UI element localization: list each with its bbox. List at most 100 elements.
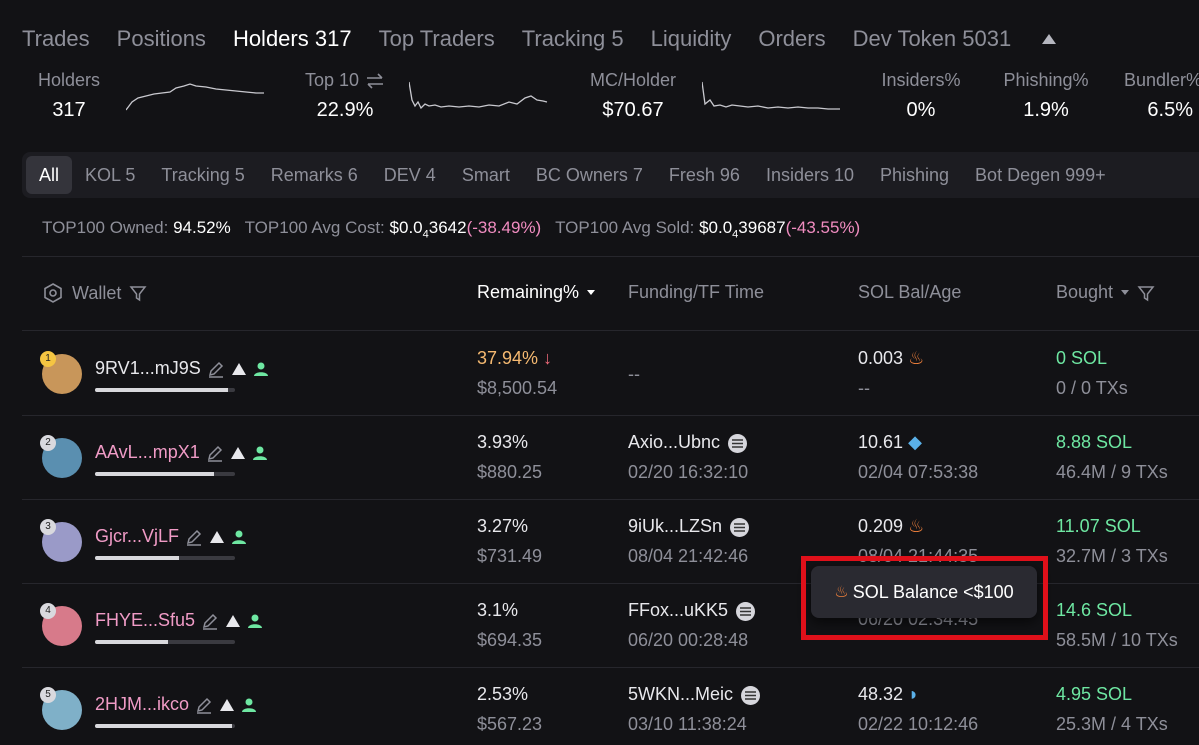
bought-txs: 46.4M / 9 TXs xyxy=(1056,462,1168,482)
sol-bal-cell: 0.003 ♨ -- xyxy=(858,348,924,399)
stat-holders: Holders 317 xyxy=(34,70,104,122)
wallet-cell[interactable]: AAvL...mpX1 xyxy=(95,442,268,463)
remaining-bar-fill xyxy=(95,556,179,560)
sol-bal-cell: 48.32 ◗ 02/22 10:12:46 xyxy=(858,684,978,735)
stat-mc-holder: MC/Holder $70.67 xyxy=(584,70,682,122)
stat-holders-label: Holders xyxy=(37,70,101,90)
edit-remark-icon[interactable] xyxy=(201,612,219,630)
table-row[interactable]: 1 9RV1...mJ9S 37.94% ↓ $8,500.54 -- 0.00… xyxy=(0,332,1199,416)
bought-txs: 25.3M / 4 TXs xyxy=(1056,714,1168,734)
funding-time: 02/20 16:32:10 xyxy=(628,462,749,482)
wallet-filter-icon[interactable] xyxy=(129,284,147,302)
funding-cell[interactable]: FFox...uKK5 06/20 00:28:48 xyxy=(628,600,756,651)
arrow-down-icon: ↓ xyxy=(543,348,553,368)
funding-cell[interactable]: Axio...Ubnc 02/20 16:32:10 xyxy=(628,432,748,483)
divider xyxy=(22,330,1199,331)
table-header: Wallet Remaining% Funding/TF Time SOL Ba… xyxy=(0,282,1199,308)
remaining-cell: 3.93% $880.25 xyxy=(477,432,542,483)
edit-remark-icon[interactable] xyxy=(185,528,203,546)
bought-sol: 8.88 SOL xyxy=(1056,432,1133,452)
tab-tracking[interactable]: Tracking 5 xyxy=(522,26,624,52)
hexagon-settings-icon[interactable] xyxy=(42,282,64,304)
funding-source[interactable]: 9iUk...LZSn xyxy=(628,516,750,537)
table-row[interactable]: 2 AAvL...mpX1 3.93% $880.25 Axio...Ubnc … xyxy=(0,416,1199,500)
exchange-icon xyxy=(741,685,761,705)
funding-cell[interactable]: 5WKN...Meic 03/10 11:38:24 xyxy=(628,684,761,735)
bought-cell: 8.88 SOL 46.4M / 9 TXs xyxy=(1056,432,1168,483)
tab-orders[interactable]: Orders xyxy=(758,26,825,52)
exchange-icon xyxy=(736,601,756,621)
wallet-address[interactable]: 9RV1...mJ9S xyxy=(95,358,201,379)
swap-icon[interactable] xyxy=(365,72,385,89)
filter-bot-degen[interactable]: Bot Degen 999+ xyxy=(962,156,1119,194)
col-sol-bal: SOL Bal/Age xyxy=(858,282,962,302)
filter-all[interactable]: All xyxy=(26,156,73,194)
tag-icon xyxy=(231,362,246,375)
user-icon xyxy=(232,530,247,544)
stat-insiders: Insiders% 0% xyxy=(876,70,966,122)
sol-balance: 10.61 ◆ xyxy=(858,432,922,452)
bought-sol: 4.95 SOL xyxy=(1056,684,1133,704)
filter-kol[interactable]: KOL 5 xyxy=(72,156,148,194)
mc-holder-sparkline-line xyxy=(702,81,840,110)
bought-sol: 14.6 SOL xyxy=(1056,600,1133,620)
filter-phishing[interactable]: Phishing xyxy=(867,156,962,194)
wallet-address[interactable]: 2HJM...ikco xyxy=(95,694,189,715)
funding-source[interactable]: Axio...Ubnc xyxy=(628,432,748,453)
filter-bc-owners[interactable]: BC Owners 7 xyxy=(523,156,656,194)
remaining-bar-fill xyxy=(95,724,233,728)
filter-smart[interactable]: Smart xyxy=(449,156,523,194)
tab-dev-token[interactable]: Dev Token 5031 xyxy=(853,26,1012,52)
stat-top10: Top 10 22.9% xyxy=(300,70,390,122)
tab-positions[interactable]: Positions xyxy=(117,26,206,52)
wallet-cell[interactable]: 9RV1...mJ9S xyxy=(95,358,269,379)
funding-source[interactable]: 5WKN...Meic xyxy=(628,684,761,705)
rank-badge: 3 xyxy=(40,519,56,535)
wallet-address[interactable]: Gjcr...VjLF xyxy=(95,526,179,547)
wallet-cell[interactable]: FHYE...Sfu5 xyxy=(95,610,263,631)
avg-cost-change: (-38.49%) xyxy=(466,218,542,237)
filter-insiders[interactable]: Insiders 10 xyxy=(753,156,867,194)
edit-remark-icon[interactable] xyxy=(207,360,225,378)
funding-cell[interactable]: 9iUk...LZSn 08/04 21:42:46 xyxy=(628,516,750,567)
filter-tracking[interactable]: Tracking 5 xyxy=(148,156,257,194)
funding-source[interactable]: -- xyxy=(628,364,640,385)
remaining-bar xyxy=(95,556,235,560)
fire-icon: ♨ xyxy=(908,348,925,368)
remaining-pct: 3.27% xyxy=(477,516,529,536)
sort-icon xyxy=(1121,290,1130,295)
table-row[interactable]: 5 2HJM...ikco 2.53% $567.23 5WKN...Meic … xyxy=(0,668,1199,745)
stat-bundler-label: Bundler% xyxy=(1124,70,1199,90)
filter-fresh[interactable]: Fresh 96 xyxy=(656,156,753,194)
bought-cell: 11.07 SOL 32.7M / 3 TXs xyxy=(1056,516,1168,567)
remaining-pct: 37.94% ↓ xyxy=(477,348,553,368)
holders-sparkline xyxy=(126,83,264,111)
stat-bundler-value: 6.5% xyxy=(1147,99,1193,121)
top10-sparkline xyxy=(409,81,548,110)
funding-source[interactable]: FFox...uKK5 xyxy=(628,600,756,621)
wallet-cell[interactable]: 2HJM...ikco xyxy=(95,694,257,715)
col-remaining-sort[interactable]: Remaining% xyxy=(477,282,596,303)
collapse-icon[interactable] xyxy=(1042,34,1057,44)
edit-remark-icon[interactable] xyxy=(206,444,224,462)
edit-remark-icon[interactable] xyxy=(195,696,213,714)
wallet-cell[interactable]: Gjcr...VjLF xyxy=(95,526,247,547)
tab-liquidity[interactable]: Liquidity xyxy=(651,26,732,52)
col-bought-sort[interactable]: Bought xyxy=(1056,282,1155,303)
stat-mc-holder-value: $70.67 xyxy=(602,99,664,121)
sol-age: 02/04 07:53:38 xyxy=(858,462,979,482)
remaining-usd: $880.25 xyxy=(477,462,543,482)
sol-balance: 0.003 ♨ xyxy=(858,348,925,368)
avg-sold-value: $0.0439687 xyxy=(699,218,786,241)
tab-trades[interactable]: Trades xyxy=(22,26,90,52)
tab-holders[interactable]: Holders 317 xyxy=(233,26,352,52)
filter-dev[interactable]: DEV 4 xyxy=(371,156,449,194)
wallet-address[interactable]: AAvL...mpX1 xyxy=(95,442,200,463)
remaining-bar xyxy=(95,472,235,476)
filter-remarks[interactable]: Remarks 6 xyxy=(258,156,371,194)
bought-filter-icon[interactable] xyxy=(1137,284,1155,302)
tab-top-traders[interactable]: Top Traders xyxy=(379,26,495,52)
wallet-address[interactable]: FHYE...Sfu5 xyxy=(95,610,195,631)
col-funding: Funding/TF Time xyxy=(628,282,765,302)
funding-cell[interactable]: -- xyxy=(628,364,640,394)
